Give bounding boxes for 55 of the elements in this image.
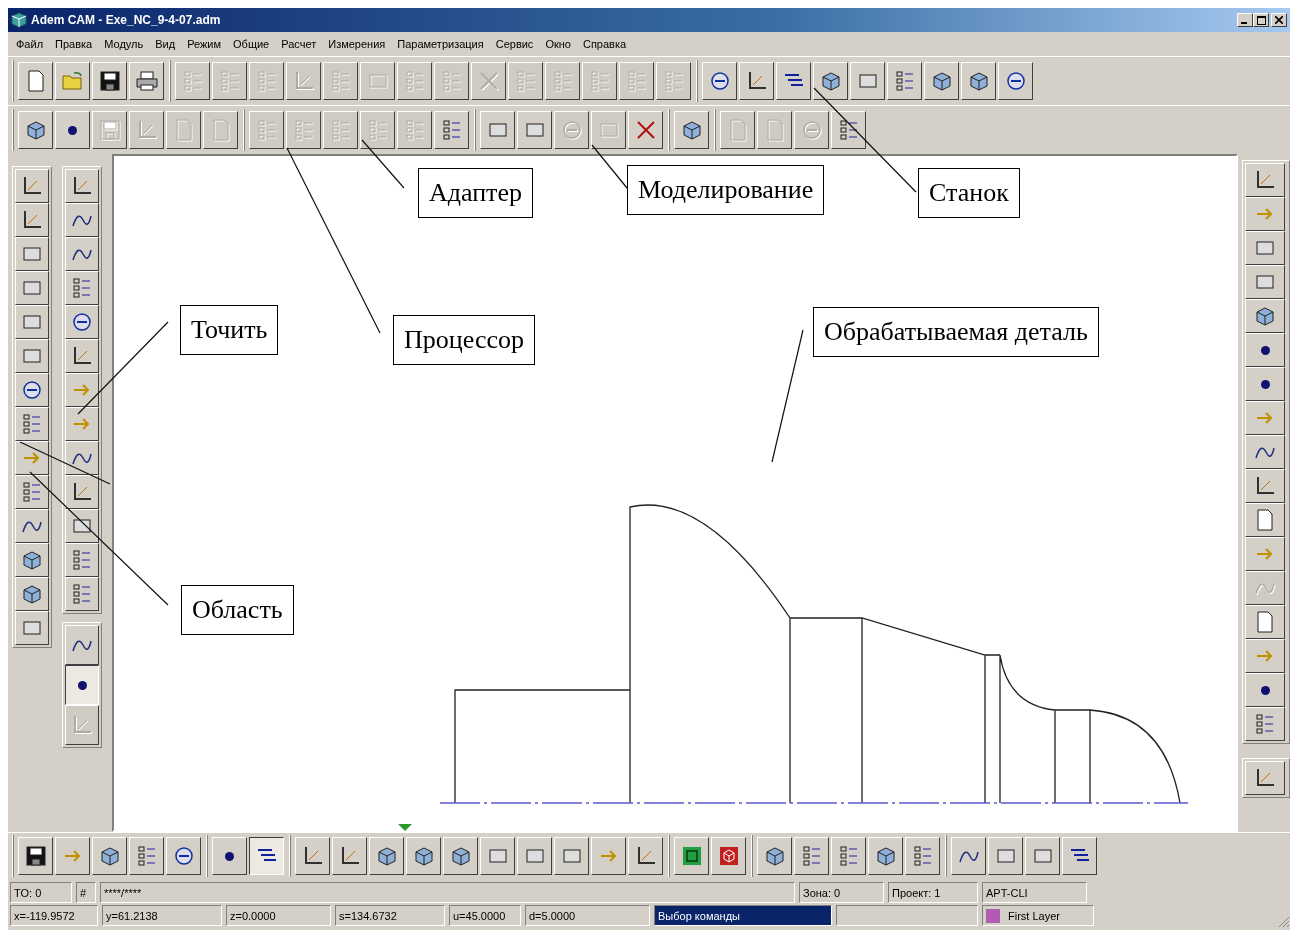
circle-icon — [70, 310, 94, 334]
window-title: Adem CAM - Exe_NC_9-4-07.adm — [31, 13, 221, 27]
maximize-button[interactable] — [1253, 13, 1269, 27]
status-field: d=5.0000 — [525, 905, 650, 926]
toolbar-button[interactable] — [249, 837, 284, 875]
close-icon — [1275, 16, 1283, 24]
leader-line — [591, 144, 628, 189]
status-field: s=134.6732 — [335, 905, 445, 926]
status-field: u=45.0000 — [449, 905, 521, 926]
callout-label: Адаптер — [418, 168, 534, 218]
dot-icon — [1260, 685, 1270, 695]
callout-label: Процессор — [393, 315, 535, 365]
maximize-icon — [1256, 15, 1266, 25]
menu-item[interactable]: Окно — [539, 38, 577, 50]
menu-item[interactable]: Файл — [10, 38, 50, 50]
dot-icon — [77, 680, 87, 690]
menu-item[interactable]: Правка — [49, 38, 99, 50]
menu-item[interactable]: Сервис — [489, 38, 540, 50]
status-field: APT-CLI — [982, 882, 1087, 903]
status-message: Выбор команды — [654, 905, 832, 926]
status-field: x=-119.9572 — [10, 905, 98, 926]
menu-item[interactable]: Общие — [227, 38, 276, 50]
callout-label: Точить — [180, 305, 279, 355]
status-field: z=0.0000 — [226, 905, 331, 926]
callout-label: Моделирование — [627, 165, 825, 215]
status-field: y=61.2138 — [102, 905, 222, 926]
toolbar-button[interactable] — [65, 665, 99, 705]
cube-icon — [11, 12, 27, 28]
resize-grip-icon — [1278, 914, 1290, 926]
status-field: ****/**** — [100, 882, 795, 903]
circle-icon — [20, 378, 44, 402]
minimize-button[interactable] — [1237, 13, 1253, 27]
callout-label: Станок — [918, 168, 1020, 218]
folder-icon — [60, 69, 85, 93]
menu-item[interactable]: Режим — [181, 38, 228, 50]
menu-item[interactable]: Справка — [576, 38, 633, 50]
dot-icon — [1260, 379, 1270, 389]
status-field: TO: 0 — [10, 882, 72, 903]
dot-icon — [1260, 345, 1270, 355]
menu-item[interactable]: Расчет — [275, 38, 323, 50]
callout-label: Область — [181, 585, 294, 635]
status-field: Проект: 1 — [888, 882, 978, 903]
layer-name: First Layer — [1008, 909, 1060, 922]
dot-icon — [68, 125, 77, 135]
status-field: Зона: 0 — [799, 882, 884, 903]
close-button[interactable] — [1271, 13, 1287, 27]
callout-label: Обрабатываемая деталь — [813, 307, 1099, 357]
menu-item[interactable]: Вид — [149, 38, 182, 50]
dot-icon — [225, 851, 234, 861]
triangle-marker-icon — [398, 824, 412, 831]
menu-item[interactable]: Параметризация — [391, 38, 490, 50]
status-field: # — [76, 882, 96, 903]
menu-item[interactable]: Модуль — [98, 38, 150, 50]
printer-icon — [134, 69, 159, 93]
menu-item[interactable]: Измерения — [322, 38, 392, 50]
